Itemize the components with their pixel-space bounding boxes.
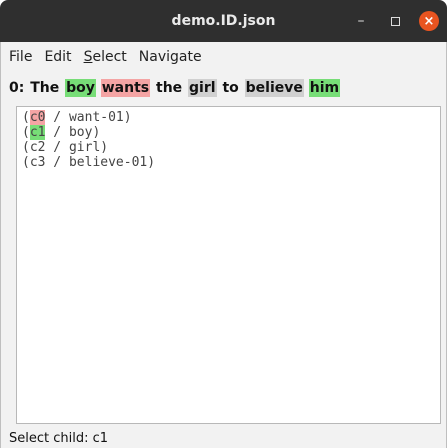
concept: / want-01) — [45, 110, 132, 125]
token[interactable]: girl — [188, 79, 217, 97]
editor-line[interactable]: (c3 / believe-01) — [22, 155, 435, 170]
token[interactable]: believe — [244, 79, 304, 97]
maximize-icon[interactable] — [385, 11, 405, 31]
concept: / believe-01) — [45, 155, 156, 170]
paren: ( — [22, 155, 30, 170]
status-text: Select child: c1 — [9, 430, 109, 446]
menu-select[interactable]: Select — [84, 47, 127, 67]
menu-navigate[interactable]: Navigate — [139, 47, 202, 67]
paren: ( — [22, 140, 30, 155]
token[interactable]: him — [308, 79, 341, 97]
graph-editor[interactable]: (c0 / want-01) (c1 / boy) (c2 / girl) (c… — [16, 106, 441, 424]
editor-line[interactable]: (c2 / girl) — [22, 140, 435, 155]
editor-line[interactable]: (c1 / boy) — [22, 125, 435, 140]
token[interactable]: the — [155, 79, 183, 97]
paren: ( — [22, 125, 30, 140]
concept: / boy) — [45, 125, 101, 140]
status-bar: Select child: c1 — [1, 428, 446, 448]
token[interactable]: boy — [65, 79, 96, 97]
concept: / girl) — [45, 140, 109, 155]
sentence-bar: 0: The boy wants the girl to believe him — [1, 72, 446, 104]
token[interactable]: wants — [100, 79, 151, 97]
paren: ( — [22, 110, 30, 125]
window-body: File Edit Select Navigate 0: The boy wan… — [0, 42, 447, 448]
variable[interactable]: c3 — [30, 155, 46, 170]
menu-select-rest: elect — [92, 49, 127, 65]
title-bar[interactable]: demo.ID.json – × — [0, 0, 447, 42]
menu-bar: File Edit Select Navigate — [1, 42, 202, 72]
variable[interactable]: c1 — [29, 125, 46, 140]
menu-edit[interactable]: Edit — [44, 47, 71, 67]
menu-file[interactable]: File — [9, 47, 32, 67]
window-controls: – × — [351, 0, 439, 42]
token[interactable]: to — [221, 79, 239, 97]
variable[interactable]: c0 — [29, 110, 46, 125]
window-title: demo.ID.json — [171, 13, 276, 29]
variable[interactable]: c2 — [30, 140, 46, 155]
token[interactable]: The — [29, 79, 60, 97]
sentence-index: 0: — [9, 80, 25, 96]
close-icon[interactable]: × — [419, 11, 439, 31]
editor-line[interactable]: (c0 / want-01) — [22, 110, 435, 125]
minimize-icon[interactable]: – — [351, 11, 371, 31]
